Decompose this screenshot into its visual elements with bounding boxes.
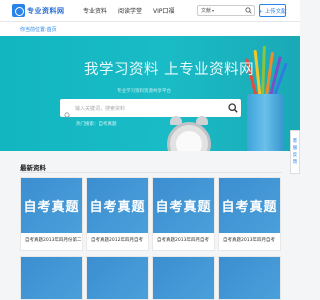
doc-card-thumbnail[interactable] — [20, 256, 83, 300]
main-nav: 专业资料 阅读学堂 VIP口福 — [83, 6, 175, 15]
side-float-panel[interactable]: 客 服 反 馈 — [290, 130, 300, 174]
side-float-char: 客 — [292, 139, 298, 144]
search-type-select[interactable]: 文献 — [198, 7, 214, 14]
doc-title[interactable]: 自考真题2013年四月自考 — [223, 237, 279, 243]
hero-subtitle: 专业学习资料资源共享平台 — [117, 89, 171, 94]
upload-button[interactable]: + 上传文献 — [258, 4, 287, 17]
doc-title[interactable]: 自考真题2013年四月自考 — [157, 237, 213, 243]
doc-title[interactable]: 自考真题2013年四月份第二次 — [25, 237, 81, 243]
section-divider — [20, 172, 282, 173]
doc-card-thumbnail[interactable] — [152, 256, 215, 300]
doc-thumbnail[interactable]: 自考真题 — [219, 178, 280, 233]
thumb-text: 自考真题 — [221, 200, 278, 215]
doc-title[interactable]: 自考真题2012年四月自考 — [91, 237, 147, 243]
thumb-text: 自考真题 — [155, 200, 212, 215]
doc-thumbnail[interactable]: 自考真题 — [21, 178, 82, 233]
header-search[interactable]: 文献 — [197, 5, 255, 16]
breadcrumb[interactable]: 你当前位置:首页 — [20, 26, 57, 33]
doc-card-thumbnail[interactable] — [218, 256, 281, 300]
side-float-char: 服 — [292, 146, 298, 151]
logo-icon — [12, 4, 25, 17]
nav-item-materials[interactable]: 专业资料 — [83, 6, 107, 15]
logo-text: 专业资料网 — [27, 6, 65, 15]
thumb-text: 自考真题 — [23, 200, 80, 215]
top-header: 专业资料网 专业资料 阅读学堂 VIP口福 文献 + 上传文献 — [0, 0, 300, 22]
nav-item-reading[interactable]: 阅读学堂 — [118, 6, 142, 15]
side-float-char: 反 — [292, 153, 298, 158]
hero-banner: 我学习资料 上专业资料网 专业学习资料资源共享平台 输入关键词，搜索资料 热门搜… — [0, 36, 300, 151]
search-submit-icon[interactable] — [225, 99, 241, 117]
doc-thumbnail[interactable]: 自考真题 — [153, 178, 214, 233]
doc-card[interactable]: 自考真题 自考真题2012年四月自考 — [86, 177, 149, 251]
doc-thumbnail[interactable]: 自考真题 — [87, 178, 148, 233]
hot-search[interactable]: 热门搜索：自考真题 — [76, 121, 117, 127]
site-logo[interactable]: 专业资料网 — [12, 4, 65, 17]
doc-card[interactable]: 自考真题 自考真题2013年四月份第二次 — [20, 177, 83, 251]
hero-search-box[interactable]: 输入关键词，搜索资料 — [60, 99, 241, 119]
doc-card[interactable]: 自考真题 自考真题2013年四月自考 — [218, 177, 281, 251]
breadcrumb-bar: 你当前位置:首页 — [0, 22, 300, 36]
search-icon — [64, 104, 71, 123]
pencil-cup — [247, 94, 283, 151]
section-title-latest: 最新资料 — [20, 164, 46, 172]
hero-title: 我学习资料 上专业资料网 — [84, 62, 255, 78]
side-float-char: 馈 — [292, 160, 298, 165]
nav-item-vip[interactable]: VIP口福 — [153, 6, 175, 15]
search-icon[interactable] — [242, 5, 254, 16]
doc-card-thumbnail[interactable] — [86, 256, 149, 300]
doc-card[interactable]: 自考真题 自考真题2013年四月自考 — [152, 177, 215, 251]
thumb-text: 自考真题 — [89, 200, 146, 215]
